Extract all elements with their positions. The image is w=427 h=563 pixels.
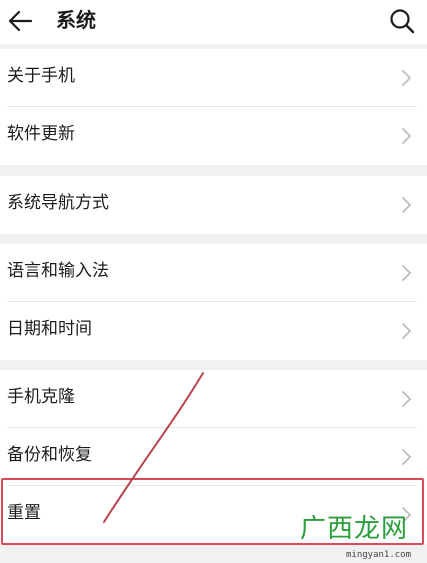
settings-item-backup-restore[interactable]: 备份和恢复	[0, 428, 427, 486]
chevron-right-icon	[402, 449, 411, 465]
settings-item-phone-clone[interactable]: 手机克隆	[0, 370, 427, 428]
settings-item-system-navigation[interactable]: 系统导航方式	[0, 176, 427, 234]
settings-item-label: 关于手机	[7, 66, 75, 86]
app-header: 系统	[0, 0, 427, 44]
settings-item-software-update[interactable]: 软件更新	[0, 107, 427, 165]
settings-group-about: 关于手机 软件更新	[0, 49, 427, 165]
settings-item-label: 日期和时间	[7, 319, 92, 339]
settings-group-navigation: 系统导航方式	[0, 176, 427, 234]
chevron-right-icon	[402, 197, 411, 213]
search-button[interactable]	[386, 5, 418, 37]
page-title: 系统	[56, 8, 96, 32]
chevron-right-icon	[402, 70, 411, 86]
watermark-logo-text: 广西龙网	[300, 514, 409, 544]
chevron-right-icon	[402, 265, 411, 281]
settings-item-date-time[interactable]: 日期和时间	[0, 302, 427, 360]
settings-item-label: 备份和恢复	[7, 445, 92, 465]
chevron-right-icon	[402, 128, 411, 144]
settings-item-label: 手机克隆	[7, 387, 75, 407]
chevron-right-icon	[402, 323, 411, 339]
back-button[interactable]	[4, 4, 38, 38]
chevron-right-icon	[402, 391, 411, 407]
arrow-left-icon	[8, 10, 33, 32]
settings-item-label: 语言和输入法	[7, 261, 109, 281]
settings-item-about-phone[interactable]: 关于手机	[0, 49, 427, 107]
watermark-url: mingyan1.com	[346, 550, 412, 560]
settings-item-label: 重置	[7, 503, 41, 523]
search-icon	[390, 9, 415, 34]
settings-item-label: 软件更新	[7, 124, 75, 144]
settings-item-label: 系统导航方式	[7, 193, 109, 213]
settings-item-language-input[interactable]: 语言和输入法	[0, 244, 427, 302]
settings-group-language-time: 语言和输入法 日期和时间	[0, 244, 427, 360]
